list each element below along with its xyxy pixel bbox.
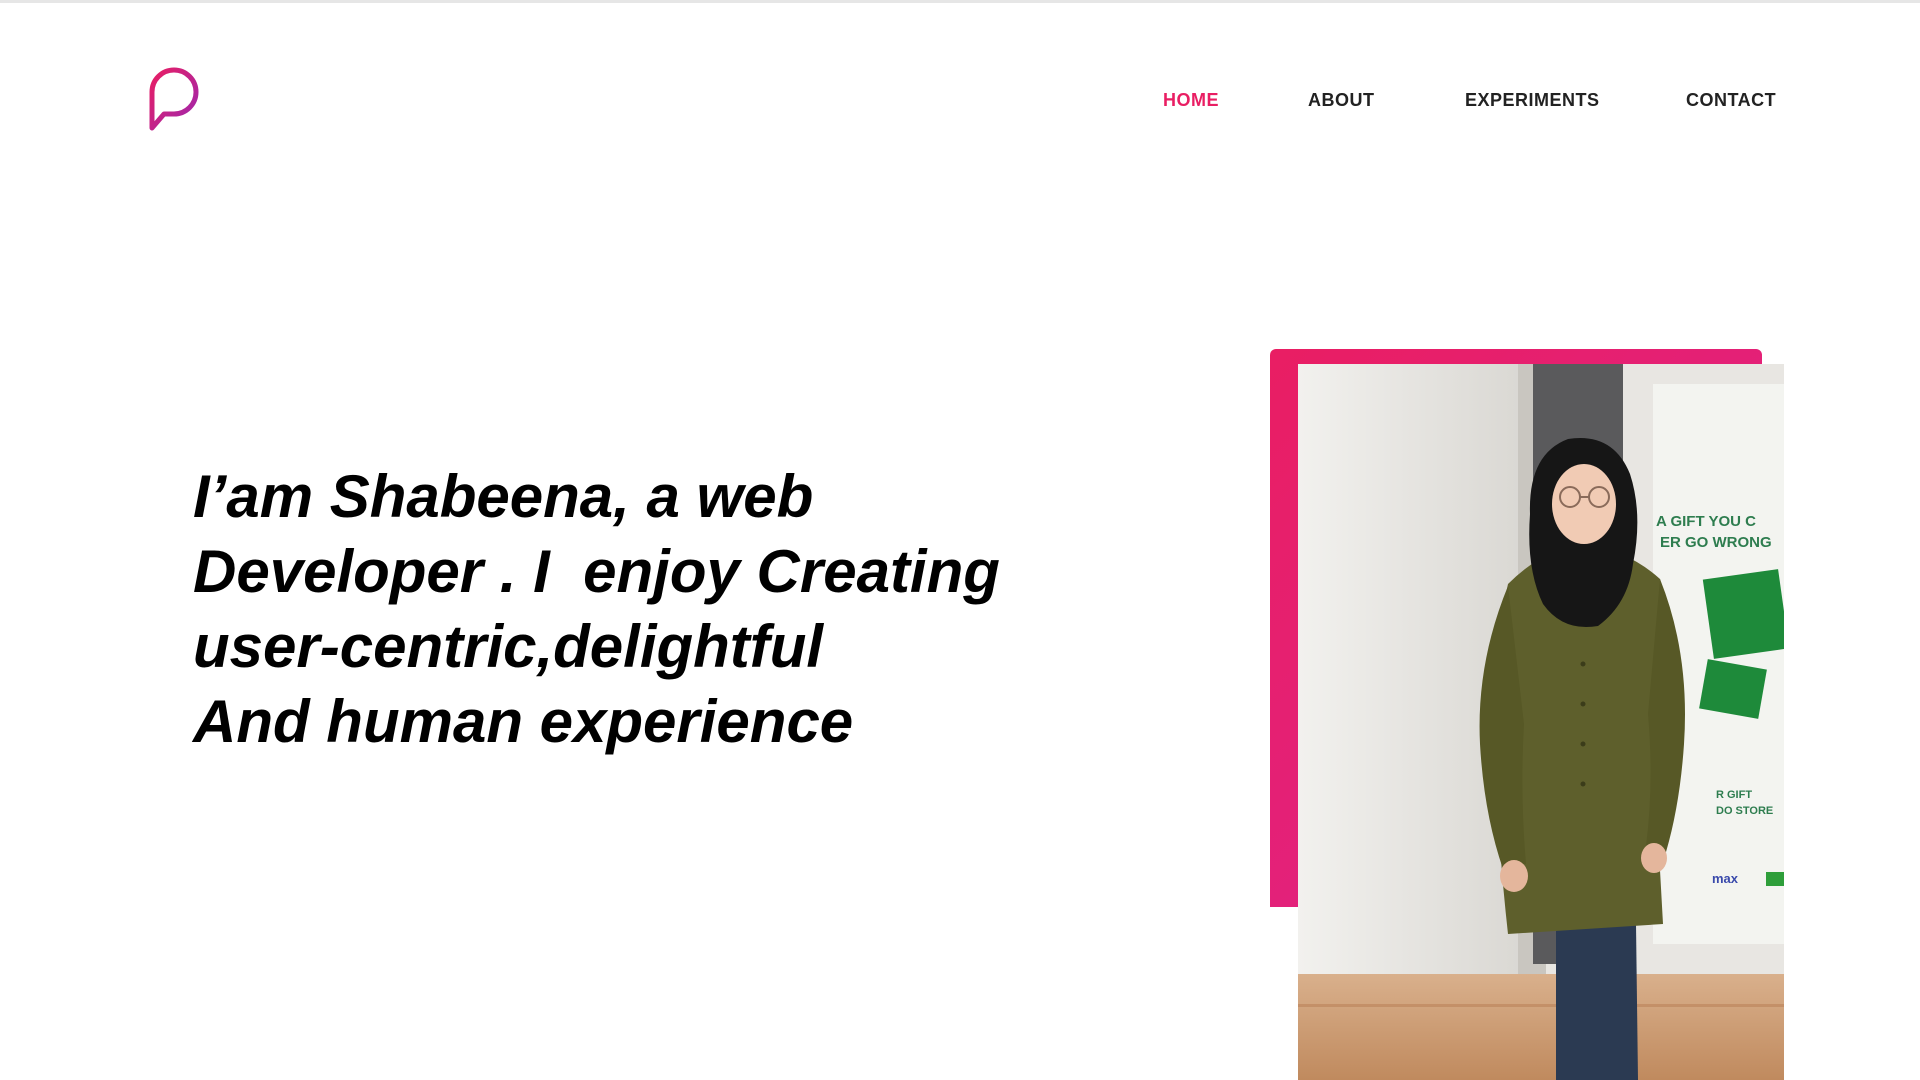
profile-photo: A GIFT YOU C ER GO WRONG R GIFT DO STORE… <box>1298 364 1784 1080</box>
portfolio-page: HOME ABOUT EXPERIMENTS CONTACT I’am Shab… <box>0 0 1920 1080</box>
photo-sign-text: DO STORE <box>1716 805 1773 817</box>
hero-line: Developer . I enjoy Creating <box>193 538 1000 605</box>
top-divider <box>0 0 1920 3</box>
photo-sign-text: R GIFT <box>1716 789 1752 801</box>
logo-icon[interactable] <box>144 62 204 134</box>
nav-experiments[interactable]: EXPERIMENTS <box>1465 90 1600 111</box>
nav-about[interactable]: ABOUT <box>1308 90 1375 111</box>
photo-sign-text: A GIFT YOU C <box>1656 513 1756 530</box>
photo-sign-text: ER GO WRONG <box>1660 534 1772 551</box>
hero-line: I’am Shabeena, a web <box>193 463 814 530</box>
hero-line: And human experience <box>193 688 854 755</box>
hero-line: user-centric,delightful <box>193 613 824 680</box>
nav-home[interactable]: HOME <box>1163 90 1219 111</box>
photo-brand-text: max <box>1712 871 1739 886</box>
nav-contact[interactable]: CONTACT <box>1686 90 1776 111</box>
hero-headline: I’am Shabeena, a web Developer . I enjoy… <box>193 459 1073 759</box>
